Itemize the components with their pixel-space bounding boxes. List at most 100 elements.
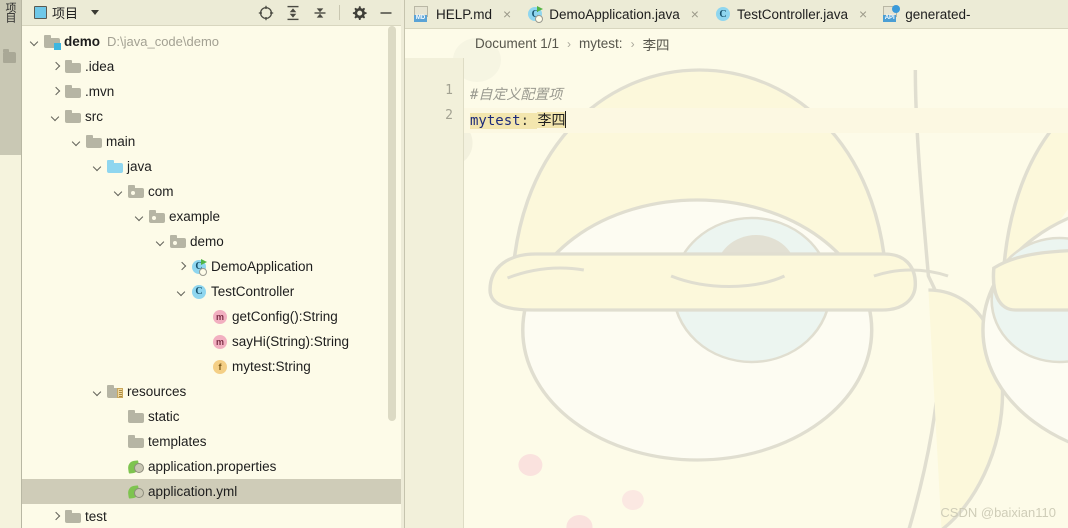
chevron-right-icon[interactable]: [177, 261, 188, 272]
tree-row-testcontroller[interactable]: C TestController: [22, 279, 404, 304]
tree-row-label: mytest:String: [232, 359, 311, 374]
tree-row-static[interactable]: static: [22, 404, 404, 429]
chevron-right-icon[interactable]: [51, 61, 62, 72]
editor-tab-label: DemoApplication.java: [549, 6, 680, 22]
tree-row-demo[interactable]: demo: [22, 229, 404, 254]
text-caret: [565, 111, 567, 128]
package-folder-icon: [128, 184, 144, 200]
editor-tab-label: TestController.java: [736, 6, 849, 22]
yaml-colon: :: [520, 113, 530, 129]
editor-scrollbar[interactable]: [1059, 57, 1068, 528]
chevron-down-icon[interactable]: [93, 386, 104, 397]
close-icon[interactable]: ×: [859, 7, 867, 21]
editor-tab-help-md[interactable]: MD HELP.md ×: [405, 0, 518, 28]
package-folder-icon: [170, 234, 186, 250]
tree-row-src[interactable]: src: [22, 104, 404, 129]
chevron-down-icon[interactable]: [114, 186, 125, 197]
project-panel-title[interactable]: 项目: [26, 3, 100, 22]
folder-icon: [65, 109, 81, 125]
tree-row-getconfig-string[interactable]: m getConfig():String: [22, 304, 404, 329]
tree-row-mvn[interactable]: .mvn: [22, 79, 404, 104]
tree-row-label: TestController: [211, 284, 295, 299]
code-line-comment[interactable]: #自定义配置项: [470, 83, 1068, 108]
project-toolbar-buttons: [258, 5, 400, 21]
api-file-icon: API: [883, 5, 901, 22]
code-lines[interactable]: #自定义配置项 mytest: 李四: [470, 83, 1068, 133]
tree-row-label: demo: [190, 234, 224, 249]
yaml-value: 李四: [537, 112, 566, 128]
spring-config-icon: [127, 459, 144, 475]
minimize-icon[interactable]: [378, 5, 394, 21]
editor-tab-demoapplication-java[interactable]: C DemoApplication.java ×: [518, 0, 706, 28]
tree-row-label: application.yml: [148, 484, 238, 499]
close-icon[interactable]: ×: [691, 7, 699, 21]
resources-folder-icon: [107, 384, 123, 400]
tree-row-label: demo: [64, 34, 101, 49]
close-icon[interactable]: ×: [503, 7, 511, 21]
chevron-down-icon[interactable]: [72, 136, 83, 147]
tree-row-resources[interactable]: resources: [22, 379, 404, 404]
collapse-all-icon[interactable]: [312, 5, 328, 21]
tool-window-button-project[interactable]: 项目: [1, 2, 19, 48]
tree-row-example[interactable]: example: [22, 204, 404, 229]
tree-row-demo[interactable]: demo D:\java_code\demo: [22, 29, 404, 54]
tree-row-label: src: [85, 109, 103, 124]
yaml-key: mytest: [470, 113, 521, 129]
breadcrumb-item[interactable]: mytest:: [579, 36, 623, 51]
line-number-gutter[interactable]: 1 2: [405, 58, 464, 528]
tree-row-label: test: [85, 509, 107, 524]
tree-row-mytest-string[interactable]: f mytest:String: [22, 354, 404, 379]
tree-row-java[interactable]: java: [22, 154, 404, 179]
tree-row-application-properties[interactable]: application.properties: [22, 454, 404, 479]
breadcrumb[interactable]: Document 1/1 › mytest: › 李四: [405, 29, 1068, 58]
tree-row-application-yml[interactable]: application.yml: [22, 479, 404, 504]
line-number: 1: [445, 83, 453, 98]
code-area[interactable]: 1 2 #自定义配置项 mytest: 李四: [405, 58, 1068, 528]
tree-row-test[interactable]: test: [22, 504, 404, 528]
tree-row-path: D:\java_code\demo: [107, 34, 220, 49]
chevron-right-icon[interactable]: [51, 86, 62, 97]
chevron-down-icon[interactable]: [51, 111, 62, 122]
tree-row-label: main: [106, 134, 136, 149]
breadcrumb-item[interactable]: Document 1/1: [475, 36, 559, 51]
runnable-class-icon: C: [191, 258, 207, 276]
tool-strip-lower: [0, 155, 21, 528]
expand-all-icon[interactable]: [285, 5, 301, 21]
chevron-down-icon[interactable]: [135, 211, 146, 222]
tree-row-templates[interactable]: templates: [22, 429, 404, 454]
chevron-down-icon[interactable]: [91, 10, 100, 15]
editor-tab-testcontroller-java[interactable]: C TestController.java ×: [706, 0, 874, 28]
chevron-right-icon[interactable]: [51, 511, 62, 522]
folder-icon: [128, 434, 144, 450]
line-number: 2: [445, 108, 453, 123]
code-line-mapping[interactable]: mytest: 李四: [470, 108, 1068, 133]
tree-row-label: DemoApplication: [211, 259, 314, 274]
editor-tab-bar[interactable]: MD HELP.md × C DemoApplication.java × C TestCon…: [405, 0, 1068, 29]
markdown-file-icon: MD: [414, 6, 430, 22]
tree-row-label: com: [148, 184, 174, 199]
tree-row-demoapplication[interactable]: C DemoApplication: [22, 254, 404, 279]
panel-divider[interactable]: [401, 0, 404, 528]
tree-row-label: .mvn: [85, 84, 115, 99]
spring-config-icon: [127, 484, 144, 500]
editor-tab-generated[interactable]: API generated-: [874, 0, 977, 28]
source-root-folder-icon: [107, 159, 123, 175]
folder-icon: [65, 59, 81, 75]
method-icon: m: [212, 309, 228, 325]
chevron-down-icon[interactable]: [156, 236, 167, 247]
breadcrumb-item[interactable]: 李四: [643, 34, 670, 54]
project-tree-scrollbar[interactable]: [388, 26, 396, 426]
crosshair-icon[interactable]: [258, 5, 274, 21]
gear-icon[interactable]: [351, 5, 367, 21]
tree-row-com[interactable]: com: [22, 179, 404, 204]
tree-row-label: templates: [148, 434, 207, 449]
project-panel: 项目 demo D:\java_code\demo .idea .mvn src…: [22, 0, 405, 528]
tree-row-sayhi-string-string[interactable]: m sayHi(String):String: [22, 329, 404, 354]
chevron-down-icon[interactable]: [30, 36, 41, 47]
chevron-down-icon[interactable]: [93, 161, 104, 172]
project-tree[interactable]: demo D:\java_code\demo .idea .mvn src main jav…: [22, 26, 404, 528]
scrollbar-thumb[interactable]: [388, 26, 396, 421]
chevron-down-icon[interactable]: [177, 286, 188, 297]
tree-row-main[interactable]: main: [22, 129, 404, 154]
tree-row-idea[interactable]: .idea: [22, 54, 404, 79]
